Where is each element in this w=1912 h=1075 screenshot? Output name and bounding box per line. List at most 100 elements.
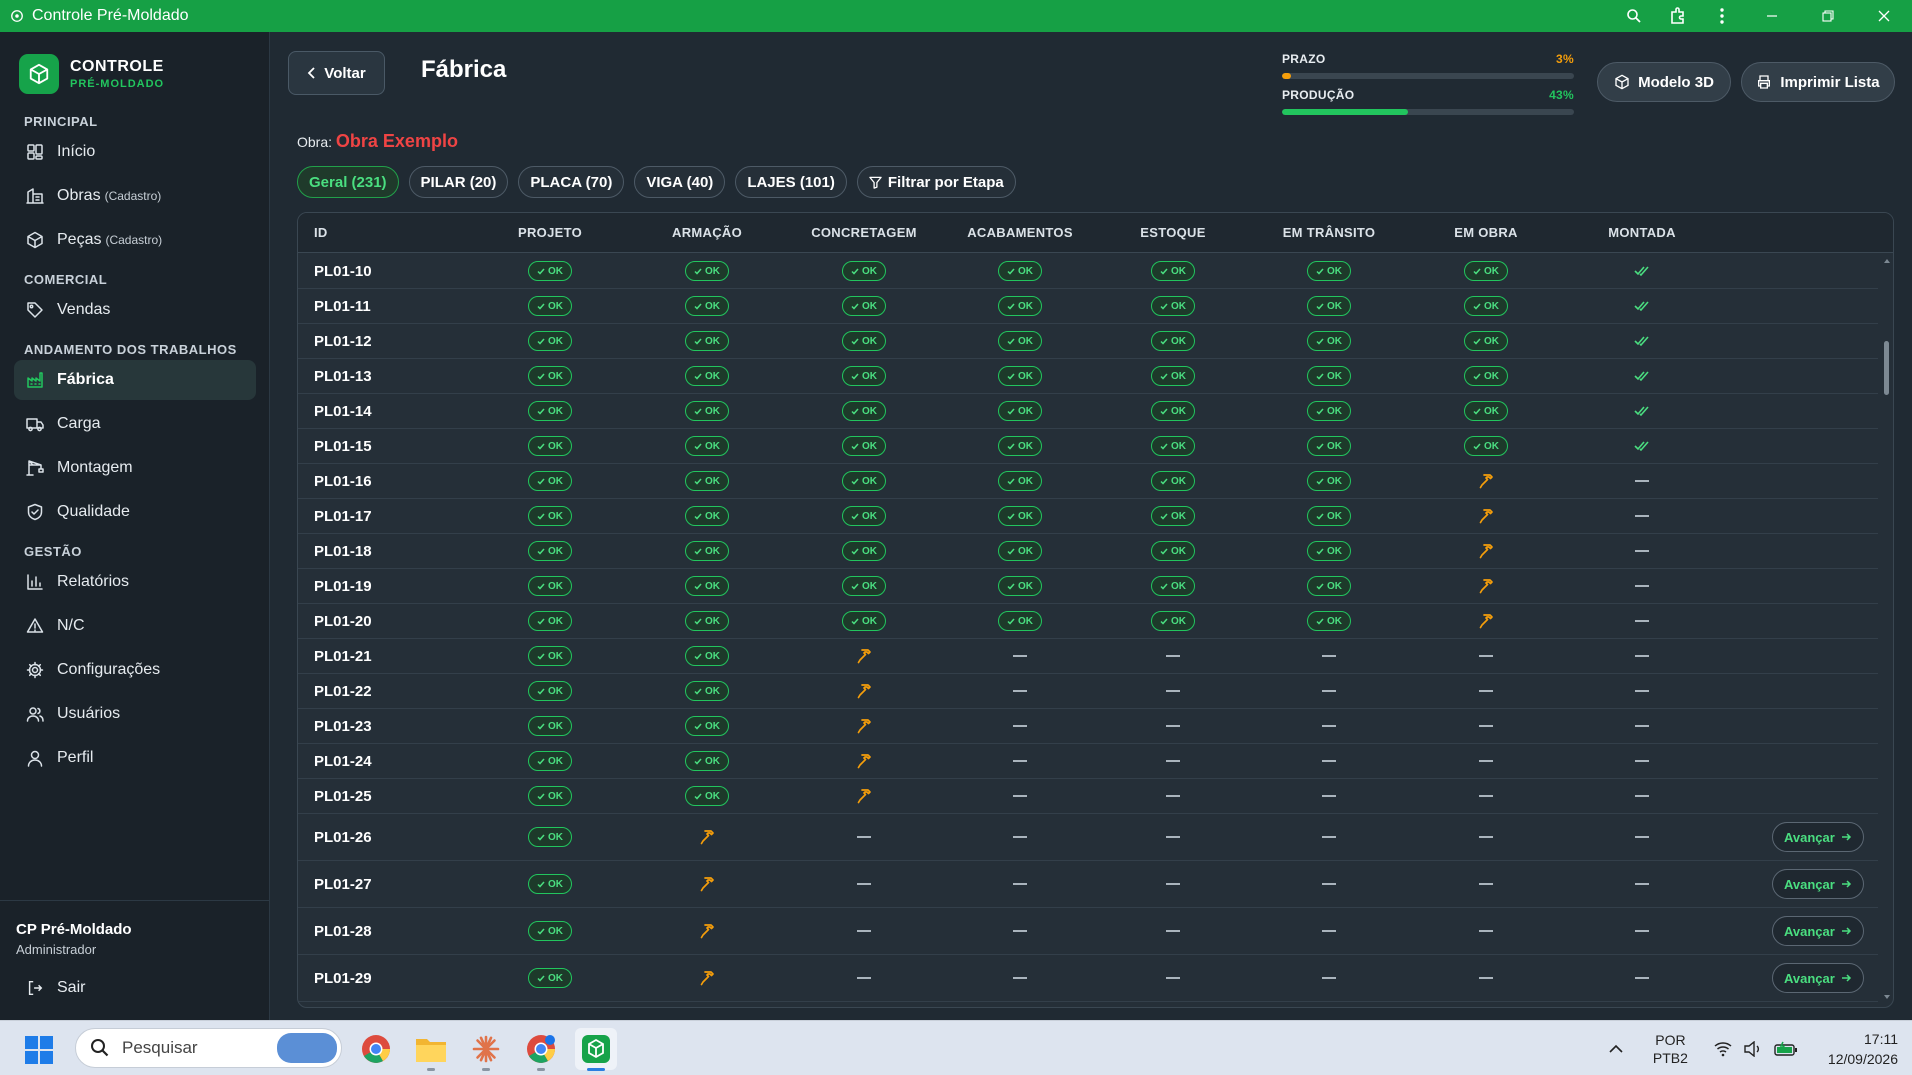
advance-button[interactable]: Avançar	[1772, 822, 1864, 852]
stage-status-cell[interactable]	[699, 908, 715, 954]
column-header[interactable]: MONTADA	[1608, 213, 1676, 253]
chrome-profile-app-icon[interactable]	[520, 1028, 562, 1071]
piece-id[interactable]: PL01-16	[314, 464, 372, 498]
minimize-icon[interactable]	[1744, 0, 1800, 32]
scrollbar-thumb[interactable]	[1884, 341, 1889, 395]
column-header[interactable]: CONCRETAGEM	[811, 213, 917, 253]
chevron-up-icon[interactable]	[1609, 1044, 1623, 1054]
chrome-app-icon[interactable]	[355, 1028, 397, 1070]
table-row[interactable]: PL01-10 OK OK OK OK OK OK OK	[298, 254, 1878, 289]
sidebar-item-carga[interactable]: Carga	[14, 404, 256, 444]
piece-id[interactable]: PL01-20	[314, 604, 372, 638]
sidebar-item-fabrica[interactable]: Fábrica	[14, 360, 256, 400]
filter-chip[interactable]: Geral (231)	[297, 166, 399, 198]
logout-button[interactable]: Sair	[16, 979, 254, 997]
claude-app-icon[interactable]	[465, 1028, 507, 1071]
table-row[interactable]: PL01-12 OK OK OK OK OK OK OK	[298, 324, 1878, 359]
filter-chip[interactable]: VIGA (40)	[634, 166, 726, 198]
sidebar-item-relatorios[interactable]: Relatórios	[14, 562, 256, 602]
table-row[interactable]: PL01-15 OK OK OK OK OK OK OK	[298, 429, 1878, 464]
taskbar-search[interactable]: Pesquisar	[75, 1028, 342, 1068]
sidebar-item-montagem[interactable]: Montagem	[14, 448, 256, 488]
piece-id[interactable]: PL01-26	[314, 814, 372, 860]
sidebar-item-vendas[interactable]: Vendas	[14, 290, 256, 330]
app-logo[interactable]: CONTROLE PRÉ-MOLDADO	[19, 54, 164, 94]
taskbar-clock[interactable]: 17:11 12/09/2026	[1828, 1029, 1898, 1069]
column-header[interactable]: EM TRÂNSITO	[1283, 213, 1376, 253]
column-header[interactable]: ESTOQUE	[1140, 213, 1205, 253]
column-header[interactable]: ID	[314, 213, 328, 253]
table-row[interactable]: PL01-23 OK OK	[298, 709, 1878, 744]
table-row[interactable]: PL01-13 OK OK OK OK OK OK OK	[298, 359, 1878, 394]
table-row[interactable]: PL01-28 OK Avançar	[298, 908, 1878, 955]
stage-status-cell[interactable]	[699, 814, 715, 860]
piece-id[interactable]: PL01-12	[314, 324, 372, 358]
stage-status-cell[interactable]	[699, 955, 715, 1001]
sidebar-item-obras[interactable]: Obras (Cadastro)	[14, 176, 256, 216]
piece-id[interactable]: PL01-21	[314, 639, 372, 673]
sidebar-item-qualidade[interactable]: Qualidade	[14, 492, 256, 532]
stage-status-cell[interactable]	[1478, 569, 1494, 603]
table-row[interactable]: PL01-18 OK OK OK OK OK OK	[298, 534, 1878, 569]
filter-chip[interactable]: PLACA (70)	[518, 166, 625, 198]
file-explorer-icon[interactable]	[410, 1028, 452, 1071]
piece-id[interactable]: PL01-18	[314, 534, 372, 568]
print-list-button[interactable]: Imprimir Lista	[1741, 62, 1895, 102]
piece-id[interactable]: PL01-19	[314, 569, 372, 603]
piece-id[interactable]: PL01-28	[314, 908, 372, 954]
advance-button[interactable]: Avançar	[1772, 916, 1864, 946]
column-header[interactable]: ACABAMENTOS	[967, 213, 1073, 253]
input-language[interactable]: POR PTB2	[1653, 1031, 1688, 1067]
table-row[interactable]: PL01-29 OK Avançar	[298, 955, 1878, 1002]
stage-status-cell[interactable]	[856, 744, 872, 778]
stage-status-cell[interactable]	[856, 779, 872, 813]
stage-status-cell[interactable]	[1478, 464, 1494, 498]
zoom-icon[interactable]	[1612, 0, 1656, 32]
table-row[interactable]: PL01-11 OK OK OK OK OK OK OK	[298, 289, 1878, 324]
sidebar-item-configuracoes[interactable]: Configurações	[14, 650, 256, 690]
piece-id[interactable]: PL01-10	[314, 254, 372, 288]
scroll-down-icon[interactable]	[1883, 993, 1891, 1001]
column-header[interactable]: EM OBRA	[1454, 213, 1518, 253]
piece-id[interactable]: PL01-15	[314, 429, 372, 463]
stage-status-cell[interactable]	[856, 674, 872, 708]
column-header[interactable]: PROJETO	[518, 213, 582, 253]
model-3d-button[interactable]: Modelo 3D	[1597, 62, 1731, 102]
filter-chip[interactable]: Filtrar por Etapa	[856, 166, 1016, 198]
table-row[interactable]: PL01-27 OK Avançar	[298, 861, 1878, 908]
piece-id[interactable]: PL01-24	[314, 744, 372, 778]
sidebar-item-usuarios[interactable]: Usuários	[14, 694, 256, 734]
volume-icon[interactable]	[1744, 1040, 1762, 1057]
windows-start-icon[interactable]	[25, 1036, 53, 1064]
stage-status-cell[interactable]	[1478, 534, 1494, 568]
advance-button[interactable]: Avançar	[1772, 963, 1864, 993]
stage-status-cell[interactable]	[856, 709, 872, 743]
piece-id[interactable]: PL01-17	[314, 499, 372, 533]
extensions-icon[interactable]	[1656, 0, 1700, 32]
close-icon[interactable]	[1856, 0, 1912, 32]
stage-status-cell[interactable]	[1478, 604, 1494, 638]
controle-app-taskbar-icon[interactable]	[575, 1028, 617, 1071]
piece-id[interactable]: PL01-27	[314, 861, 372, 907]
piece-id[interactable]: PL01-13	[314, 359, 372, 393]
table-row[interactable]: PL01-20 OK OK OK OK OK OK	[298, 604, 1878, 639]
piece-id[interactable]: PL01-23	[314, 709, 372, 743]
filter-chip[interactable]: PILAR (20)	[408, 166, 509, 198]
table-row[interactable]: PL01-22 OK OK	[298, 674, 1878, 709]
battery-icon[interactable]	[1774, 1041, 1798, 1057]
scroll-up-icon[interactable]	[1883, 257, 1891, 265]
back-button[interactable]: Voltar	[288, 51, 385, 95]
piece-id[interactable]: PL01-14	[314, 394, 372, 428]
table-row[interactable]: PL01-17 OK OK OK OK OK OK	[298, 499, 1878, 534]
table-row[interactable]: PL01-21 OK OK	[298, 639, 1878, 674]
sidebar-item-inicio[interactable]: Início	[14, 132, 256, 172]
sidebar-item-perfil[interactable]: Perfil	[14, 738, 256, 778]
table-scrollbar[interactable]	[1883, 257, 1891, 1001]
stage-status-cell[interactable]	[856, 639, 872, 673]
table-row[interactable]: PL01-14 OK OK OK OK OK OK OK	[298, 394, 1878, 429]
sidebar-item-n-c[interactable]: N/C	[14, 606, 256, 646]
table-row[interactable]: PL01-26 OK Avançar	[298, 814, 1878, 861]
stage-status-cell[interactable]	[699, 861, 715, 907]
piece-id[interactable]: PL01-11	[314, 289, 371, 323]
sidebar-item-pecas[interactable]: Peças (Cadastro)	[14, 220, 256, 260]
